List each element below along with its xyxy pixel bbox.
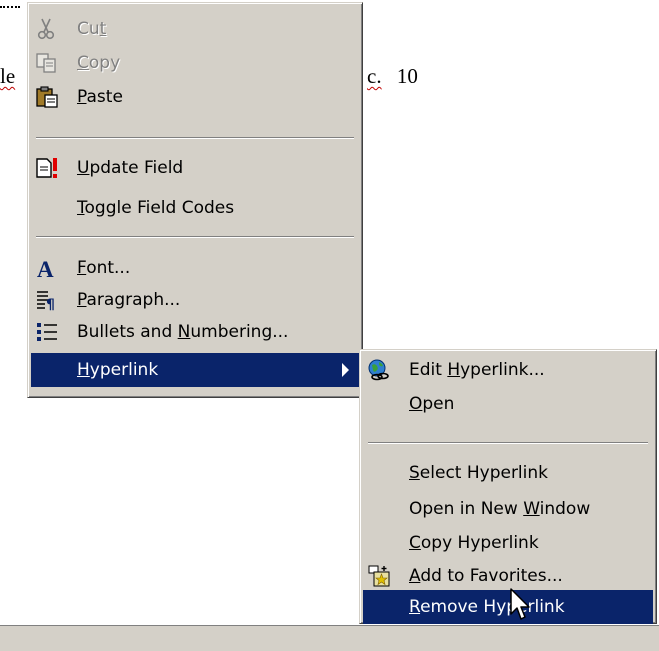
favorites-icon — [368, 565, 390, 587]
update-field-icon — [36, 158, 57, 178]
menu-item-label: Add to Favorites... — [409, 566, 563, 586]
svg-text:¶: ¶ — [46, 297, 55, 312]
menu-item-label: Font... — [77, 258, 131, 278]
menu-item-label: Copy — [77, 53, 121, 73]
menu-item-label: Bullets and Numbering... — [77, 322, 289, 342]
document-text-left: le — [0, 64, 15, 89]
submenu-arrow-icon — [342, 363, 349, 377]
paste-icon — [36, 86, 58, 108]
menu-item-label: Paragraph... — [77, 290, 181, 310]
submenu-item-edit-hyperlink[interactable]: Edit Hyperlink... — [363, 353, 653, 387]
menu-item-toggle-field-codes[interactable]: Toggle Field Codes — [31, 191, 359, 225]
svg-text:A: A — [37, 257, 54, 280]
menu-item-bullets-numbering[interactable]: Bullets and Numbering... — [31, 315, 359, 349]
menu-item-label: Cut — [77, 19, 107, 39]
menu-item-label: Update Field — [77, 158, 184, 178]
menu-item-label: Open in New Window — [409, 499, 591, 519]
menu-item-paragraph[interactable]: ¶ Paragraph... — [31, 283, 359, 317]
context-menu: Cut Copy Paste Update Field Toggle Field… — [27, 2, 363, 398]
document-number: 10 — [396, 64, 418, 88]
document-text-right: c. 10 — [367, 64, 418, 89]
menu-item-label: Paste — [77, 87, 123, 107]
menu-item-update-field[interactable]: Update Field — [31, 151, 359, 185]
submenu-item-open-new-window[interactable]: Open in New Window — [363, 492, 653, 526]
submenu-item-remove-hyperlink[interactable]: Remove Hyperlink — [363, 590, 653, 624]
mouse-pointer-icon — [510, 588, 530, 620]
document-fragment-right: c. — [367, 64, 382, 88]
menu-item-label: Open — [409, 394, 455, 414]
submenu-item-open[interactable]: Open — [363, 387, 653, 421]
menu-separator — [36, 236, 354, 238]
menu-item-label: Hyperlink — [77, 360, 159, 380]
menu-item-label: Remove Hyperlink — [409, 597, 565, 617]
menu-separator — [36, 137, 354, 139]
menu-separator — [368, 442, 648, 444]
submenu-item-add-favorites[interactable]: Add to Favorites... — [363, 559, 653, 593]
menu-item-label: Copy Hyperlink — [409, 533, 539, 553]
menu-item-copy[interactable]: Copy — [31, 46, 359, 80]
menu-item-hyperlink[interactable]: Hyperlink — [31, 353, 359, 387]
document-mark-top — [0, 6, 20, 11]
copy-icon — [36, 53, 56, 73]
menu-item-cut[interactable]: Cut — [31, 12, 359, 46]
submenu-item-copy-hyperlink[interactable]: Copy Hyperlink — [363, 526, 653, 560]
hyperlink-submenu: Edit Hyperlink... Open Select Hyperlink … — [359, 349, 657, 624]
menu-item-label: Select Hyperlink — [409, 463, 549, 483]
menu-item-paste[interactable]: Paste — [31, 80, 359, 114]
globe-link-icon — [368, 359, 389, 381]
paragraph-icon: ¶ — [37, 291, 55, 312]
document-fragment-left: le — [0, 64, 16, 88]
bullets-icon — [37, 323, 57, 341]
status-bar — [0, 625, 659, 651]
menu-item-label: Toggle Field Codes — [77, 198, 235, 218]
scissors-icon — [37, 18, 55, 40]
menu-item-label: Edit Hyperlink... — [409, 360, 545, 380]
font-icon: A — [37, 257, 54, 280]
submenu-item-select-hyperlink[interactable]: Select Hyperlink — [363, 456, 653, 490]
menu-item-font[interactable]: A Font... — [31, 251, 359, 285]
